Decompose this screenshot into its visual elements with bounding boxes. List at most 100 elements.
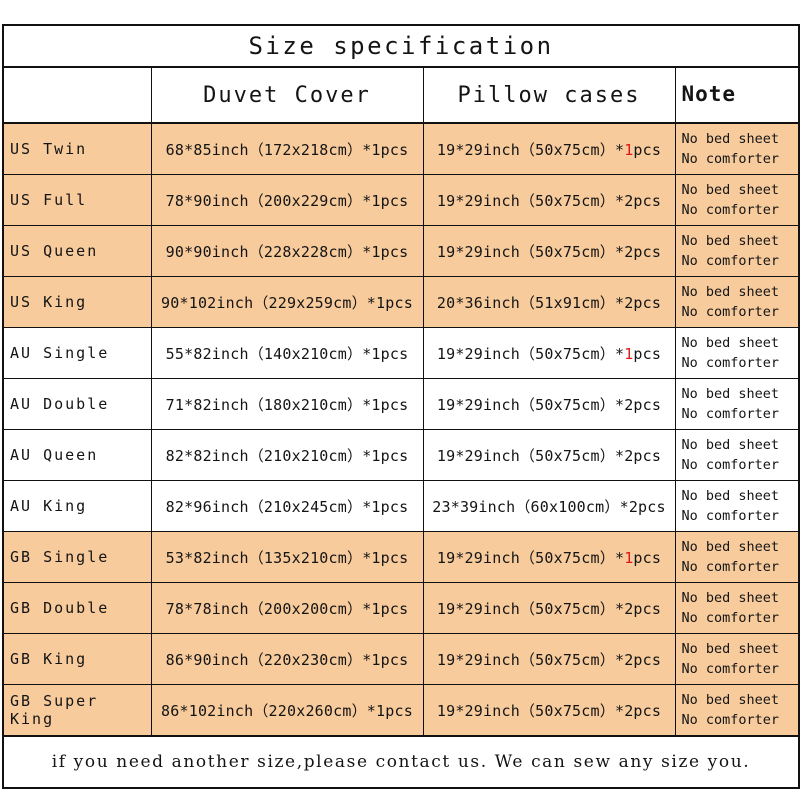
size-specification-table: Size specification Duvet Cover Pillow ca… (2, 24, 800, 789)
table-row: AU Double 71*82inch（180x210cm）*1pcs 19*29i… (2, 378, 800, 430)
table-row: US King 90*102inch（229x259cm）*1pcs 20*36in… (2, 276, 800, 328)
pillow-unit-text: pcs (633, 344, 662, 363)
pillow-size-text: 19*29inch（50x75cm）* (436, 599, 625, 618)
pillow-unit-text: pcs (633, 701, 662, 720)
pillow-size-text: 19*29inch（50x75cm）* (436, 242, 625, 261)
pillow-unit-text: pcs (633, 650, 662, 669)
cell-size-name: AU King (2, 480, 152, 532)
table-row: GB King 86*90inch（220x230cm）*1pcs 19*29inc… (2, 633, 800, 685)
pillow-size-text: 19*29inch（50x75cm）* (436, 701, 625, 720)
title-row: Size specification (2, 24, 800, 68)
note-line-bed-sheet: No bed sheet (681, 538, 780, 555)
column-header-size (2, 66, 152, 124)
cell-pillow-cases: 19*29inch（50x75cm）*1pcs (422, 122, 676, 175)
cell-duvet-cover: 82*96inch（210x245cm）*1pcs (150, 480, 424, 532)
note-line-bed-sheet: No bed sheet (681, 436, 780, 453)
table-title: Size specification (2, 24, 800, 68)
note-line-comforter: No comforter (681, 508, 780, 524)
pillow-unit-text: pcs (633, 395, 662, 414)
header-row: Duvet Cover Pillow cases Note (2, 66, 800, 124)
cell-size-name: AU Single (2, 327, 152, 379)
cell-pillow-cases: 23*39inch（60x100cm）*2pcs (422, 480, 676, 532)
pillow-size-text: 19*29inch（50x75cm）* (436, 548, 625, 567)
cell-duvet-cover: 86*90inch（220x230cm）*1pcs (150, 633, 424, 685)
note-line-comforter: No comforter (681, 253, 780, 269)
cell-pillow-cases: 19*29inch（50x75cm）*2pcs (422, 684, 676, 737)
cell-pillow-cases: 20*36inch（51x91cm）*2pcs (422, 276, 676, 328)
cell-duvet-cover: 78*90inch（200x229cm）*1pcs (150, 174, 424, 226)
note-line-comforter: No comforter (681, 355, 780, 371)
note-line-comforter: No comforter (681, 202, 780, 218)
cell-size-name: AU Queen (2, 429, 152, 481)
pillow-unit-text: pcs (633, 548, 662, 567)
note-line-comforter: No comforter (681, 610, 780, 626)
column-header-pillow-cases: Pillow cases (422, 66, 676, 124)
cell-note: No bed sheet No comforter (674, 684, 800, 737)
cell-pillow-cases: 19*29inch（50x75cm）*2pcs (422, 174, 676, 226)
note-line-bed-sheet: No bed sheet (681, 589, 780, 606)
cell-duvet-cover: 90*90inch（228x228cm）*1pcs (150, 225, 424, 277)
pillow-size-text: 19*29inch（50x75cm）* (436, 140, 625, 159)
cell-pillow-cases: 19*29inch（50x75cm）*2pcs (422, 633, 676, 685)
size-specification-sheet: Size specification Duvet Cover Pillow ca… (0, 0, 800, 800)
pillow-unit-text: pcs (633, 446, 662, 465)
pillow-size-text: 20*36inch（51x91cm）* (436, 293, 625, 312)
cell-pillow-cases: 19*29inch（50x75cm）*2pcs (422, 429, 676, 481)
pillow-unit-text: pcs (633, 140, 662, 159)
pillow-quantity: 2 (628, 497, 639, 516)
pillow-unit-text: pcs (633, 293, 662, 312)
cell-duvet-cover: 68*85inch（172x218cm）*1pcs (150, 122, 424, 175)
cell-pillow-cases: 19*29inch（50x75cm）*1pcs (422, 327, 676, 379)
cell-note: No bed sheet No comforter (674, 480, 800, 532)
note-line-comforter: No comforter (681, 712, 780, 728)
cell-size-name: GB Double (2, 582, 152, 634)
table-row: US Twin 68*85inch（172x218cm）*1pcs 19*29inc… (2, 122, 800, 175)
cell-size-name: AU Double (2, 378, 152, 430)
footer-contact-message: if you need another size,please contact … (2, 735, 800, 789)
cell-duvet-cover: 53*82inch（135x210cm）*1pcs (150, 531, 424, 583)
column-header-note: Note (674, 66, 800, 124)
note-line-comforter: No comforter (681, 661, 780, 677)
cell-note: No bed sheet No comforter (674, 582, 800, 634)
cell-note: No bed sheet No comforter (674, 531, 800, 583)
cell-size-name: US Full (2, 174, 152, 226)
note-line-comforter: No comforter (681, 559, 780, 575)
note-line-comforter: No comforter (681, 406, 780, 422)
cell-duvet-cover: 71*82inch（180x210cm）*1pcs (150, 378, 424, 430)
cell-size-name: GB Single (2, 531, 152, 583)
note-line-bed-sheet: No bed sheet (681, 283, 780, 300)
pillow-size-text: 19*29inch（50x75cm）* (436, 395, 625, 414)
cell-note: No bed sheet No comforter (674, 378, 800, 430)
cell-pillow-cases: 19*29inch（50x75cm）*2pcs (422, 225, 676, 277)
cell-pillow-cases: 19*29inch（50x75cm）*2pcs (422, 378, 676, 430)
note-line-bed-sheet: No bed sheet (681, 181, 780, 198)
table-row: AU Queen 82*82inch（210x210cm）*1pcs 19*29in… (2, 429, 800, 481)
pillow-unit-text: pcs (638, 497, 666, 516)
cell-size-name: US King (2, 276, 152, 328)
note-line-bed-sheet: No bed sheet (681, 130, 780, 147)
note-line-bed-sheet: No bed sheet (681, 691, 780, 708)
table-row: US Queen 90*90inch（228x228cm）*1pcs 19*29in… (2, 225, 800, 277)
table-row: GB Double 78*78inch（200x200cm）*1pcs 19*29i… (2, 582, 800, 634)
cell-size-name: GB Super King (2, 684, 152, 737)
cell-note: No bed sheet No comforter (674, 225, 800, 277)
pillow-unit-text: pcs (633, 191, 662, 210)
cell-size-name: US Twin (2, 122, 152, 175)
cell-size-name: GB King (2, 633, 152, 685)
pillow-size-text: 23*39inch（60x100cm）* (432, 497, 629, 516)
table-row: GB Super King 86*102inch（220x260cm）*1pcs 1… (2, 684, 800, 737)
pillow-size-text: 19*29inch（50x75cm）* (436, 191, 625, 210)
pillow-size-text: 19*29inch（50x75cm）* (436, 650, 625, 669)
cell-pillow-cases: 19*29inch（50x75cm）*1pcs (422, 531, 676, 583)
cell-duvet-cover: 82*82inch（210x210cm）*1pcs (150, 429, 424, 481)
note-line-bed-sheet: No bed sheet (681, 232, 780, 249)
cell-note: No bed sheet No comforter (674, 327, 800, 379)
cell-note: No bed sheet No comforter (674, 633, 800, 685)
cell-duvet-cover: 55*82inch（140x210cm）*1pcs (150, 327, 424, 379)
pillow-size-text: 19*29inch（50x75cm）* (436, 446, 625, 465)
cell-note: No bed sheet No comforter (674, 122, 800, 175)
table-row: AU King 82*96inch（210x245cm）*1pcs 23*39inc… (2, 480, 800, 532)
note-line-bed-sheet: No bed sheet (681, 334, 780, 351)
cell-note: No bed sheet No comforter (674, 276, 800, 328)
note-line-comforter: No comforter (681, 304, 780, 320)
